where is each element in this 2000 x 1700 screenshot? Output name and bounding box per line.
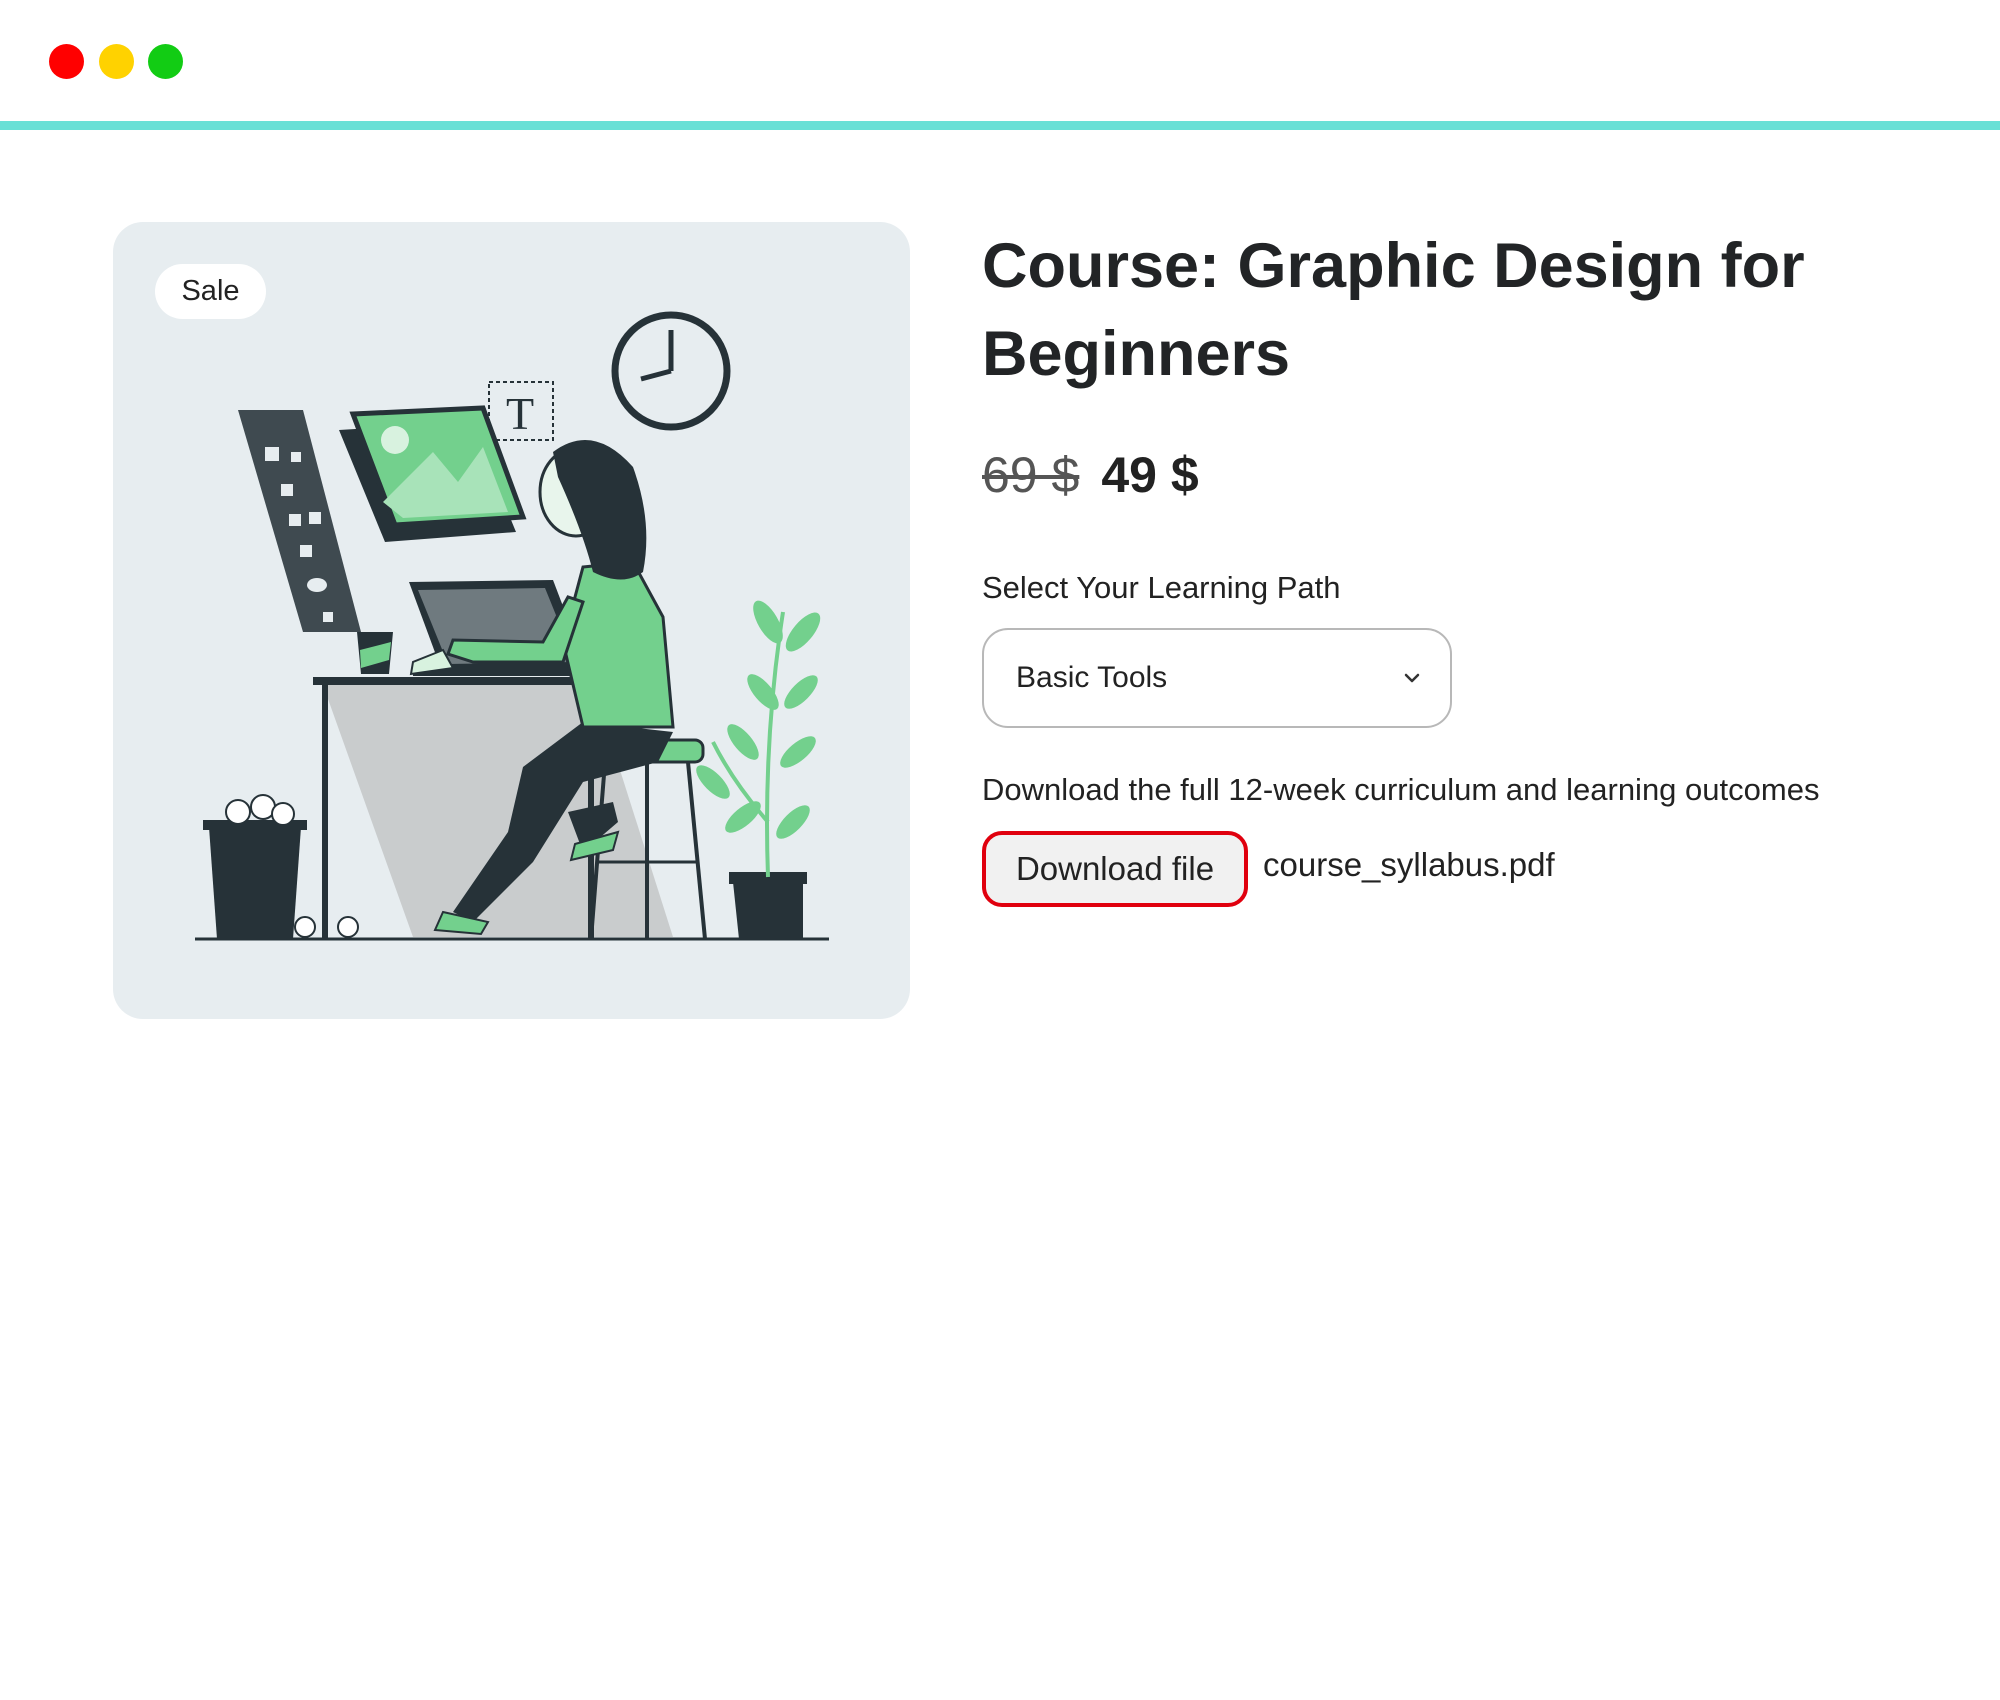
minimize-window-dot[interactable] [99,44,134,79]
sale-badge: Sale [155,264,266,319]
chevron-down-icon [1404,673,1420,683]
svg-text:T: T [506,388,534,439]
window-title-bar [0,0,2000,130]
course-title: Course: Graphic Design for Beginners [982,231,1805,389]
download-description: Download the full 12-week curriculum and… [982,772,1820,807]
learning-path-label: Select Your Learning Path [982,570,1341,605]
product-image-card: T Sale [113,222,910,1019]
learning-path-select[interactable]: Basic Tools [982,628,1452,728]
price-row: 69 $ 49 $ [982,440,1199,510]
original-price: 69 $ [982,447,1080,503]
maximize-window-dot[interactable] [148,44,183,79]
learning-path-selected-value: Basic Tools [1016,661,1168,694]
designer-illustration: T [195,311,829,941]
download-file-button[interactable]: Download file [982,831,1248,907]
file-name: course_syllabus.pdf [1263,846,1555,883]
sale-price: 49 $ [1101,447,1199,503]
close-window-dot[interactable] [49,44,84,79]
